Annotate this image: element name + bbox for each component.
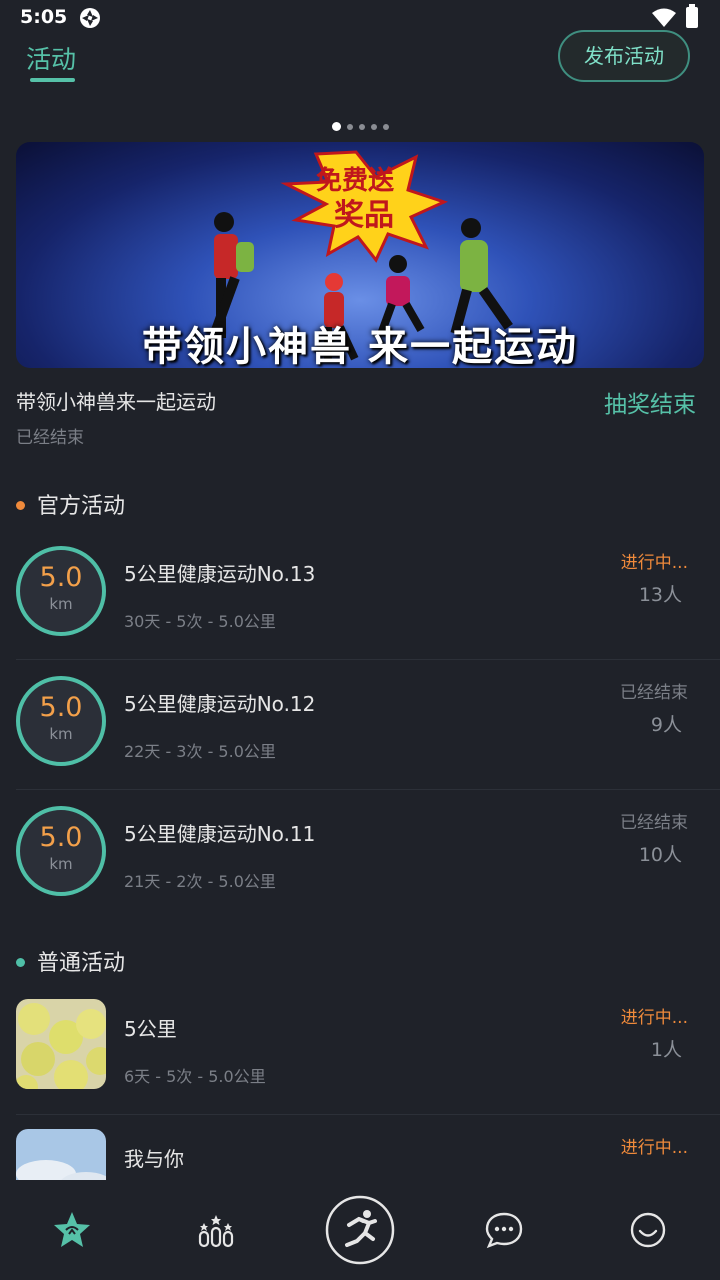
carousel-dot[interactable]	[370, 123, 377, 130]
battery-icon	[686, 4, 698, 28]
activity-state: 进行中...	[620, 553, 688, 573]
nav-profile[interactable]	[608, 1190, 688, 1270]
tab-indicator	[30, 78, 75, 82]
ranking-icon	[198, 1215, 234, 1248]
nav-start-run[interactable]	[320, 1190, 400, 1270]
bottom-navigation	[0, 1180, 720, 1280]
activity-state: 进行中...	[620, 1138, 688, 1158]
carousel-dot[interactable]	[358, 123, 365, 130]
activity-state: 已经结束	[620, 683, 688, 703]
list-item[interactable]: 5.0 km 5公里健康运动No.13 30天 - 5次 - 5.0公里 进行中…	[0, 530, 720, 660]
participant-count: 10人	[638, 844, 682, 866]
activity-title: 5公里健康运动No.12	[124, 692, 316, 716]
activity-meta: 30天 - 5次 - 5.0公里	[124, 612, 276, 631]
activity-thumbnail	[16, 999, 106, 1089]
featured-banner[interactable]: 免费送 奖品 带领小神兽 来一起运动	[16, 142, 704, 368]
banner-overlay-text: 带领小神兽 来一起运动	[142, 324, 578, 368]
distance-value: 5.0	[39, 562, 83, 593]
distance-value: 5.0	[39, 822, 83, 853]
activity-title: 5公里	[124, 1017, 177, 1041]
wifi-icon	[652, 8, 676, 27]
nav-messages[interactable]	[464, 1190, 544, 1270]
activity-title: 5公里健康运动No.13	[124, 562, 316, 586]
activity-meta: 6天 - 5次 - 5.0公里	[124, 1067, 266, 1086]
list-item[interactable]: 5.0 km 5公里健康运动No.12 22天 - 3次 - 5.0公里 已经结…	[0, 660, 720, 790]
nav-ranking[interactable]	[176, 1190, 256, 1270]
distance-value: 5.0	[39, 692, 83, 723]
chat-bubble-icon	[485, 1212, 523, 1249]
participant-count: 1人	[650, 1039, 682, 1061]
star-ribbon-icon	[54, 1212, 90, 1247]
list-item[interactable]: 5.0 km 5公里健康运动No.11 21天 - 2次 - 5.0公里 已经结…	[0, 790, 720, 920]
smiley-face-icon	[630, 1212, 666, 1248]
status-time: 5:05	[20, 6, 68, 28]
list-item[interactable]: 5公里 6天 - 5次 - 5.0公里 进行中... 1人	[0, 985, 720, 1115]
header: 活动 发布活动	[0, 30, 720, 90]
activity-state: 进行中...	[620, 1008, 688, 1028]
distance-ring: 5.0 km	[16, 806, 106, 896]
distance-unit: km	[49, 855, 73, 873]
carousel-dot[interactable]	[346, 123, 353, 130]
carousel-dot[interactable]	[331, 122, 341, 131]
featured-status: 已经结束	[16, 428, 84, 448]
section-bullet	[16, 500, 25, 510]
activity-state: 已经结束	[620, 813, 688, 833]
official-section-header: 官方活动	[16, 488, 125, 520]
activity-meta: 21天 - 2次 - 5.0公里	[124, 872, 276, 891]
activity-title: 我与你	[124, 1147, 184, 1171]
section-title: 普通活动	[37, 951, 126, 976]
featured-title[interactable]: 带领小神兽来一起运动	[16, 386, 216, 415]
participant-count: 13人	[638, 584, 682, 606]
normal-section-header: 普通活动	[16, 945, 125, 977]
activity-meta: 22天 - 3次 - 5.0公里	[124, 742, 276, 761]
publish-activity-button[interactable]: 发布活动	[558, 30, 690, 82]
tab-activities[interactable]: 活动	[26, 40, 76, 76]
distance-ring: 5.0 km	[16, 546, 106, 636]
section-bullet	[16, 957, 25, 967]
carousel-indicator	[0, 116, 720, 131]
distance-unit: km	[49, 595, 73, 613]
lottery-status[interactable]: 抽奖结束	[604, 385, 696, 419]
distance-ring: 5.0 km	[16, 676, 106, 766]
nav-activities[interactable]	[32, 1190, 112, 1270]
activity-title: 5公里健康运动No.11	[124, 822, 316, 846]
participant-count: 9人	[650, 714, 682, 736]
aperture-icon	[80, 8, 100, 28]
running-man-icon	[325, 1195, 395, 1265]
list-item[interactable]: 我与你 进行中...	[0, 1115, 720, 1180]
section-title: 官方活动	[37, 494, 126, 519]
activity-thumbnail	[16, 1129, 106, 1180]
carousel-dot[interactable]	[382, 123, 389, 130]
distance-unit: km	[49, 725, 73, 743]
banner-burst-line2: 奖品	[334, 198, 394, 233]
